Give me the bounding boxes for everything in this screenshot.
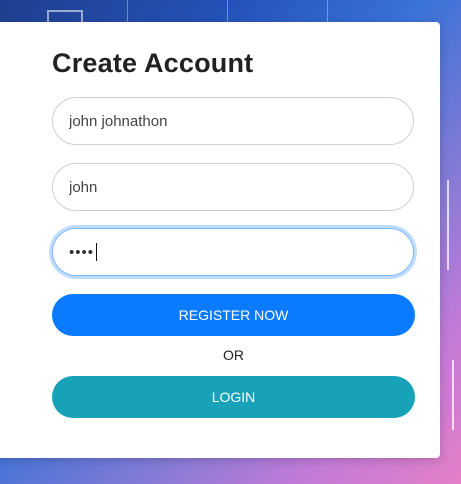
or-separator: OR: [223, 347, 244, 363]
register-now-label: REGISTER NOW: [178, 307, 289, 323]
background-line: [227, 0, 228, 24]
background-line: [452, 360, 454, 430]
login-button[interactable]: LOGIN: [52, 376, 415, 418]
text-caret: [96, 243, 98, 261]
background-line: [127, 0, 128, 24]
username-input[interactable]: [52, 163, 414, 211]
register-now-button[interactable]: REGISTER NOW: [52, 294, 415, 336]
full-name-input[interactable]: [52, 97, 414, 145]
create-account-card: Create Account •••• REGISTER NOW OR LOGI…: [0, 22, 440, 458]
password-input[interactable]: ••••: [52, 228, 414, 276]
password-mask: ••••: [69, 243, 95, 261]
page-title: Create Account: [52, 48, 254, 78]
login-label: LOGIN: [211, 389, 256, 405]
background-line: [447, 180, 449, 270]
background-line: [327, 0, 328, 24]
